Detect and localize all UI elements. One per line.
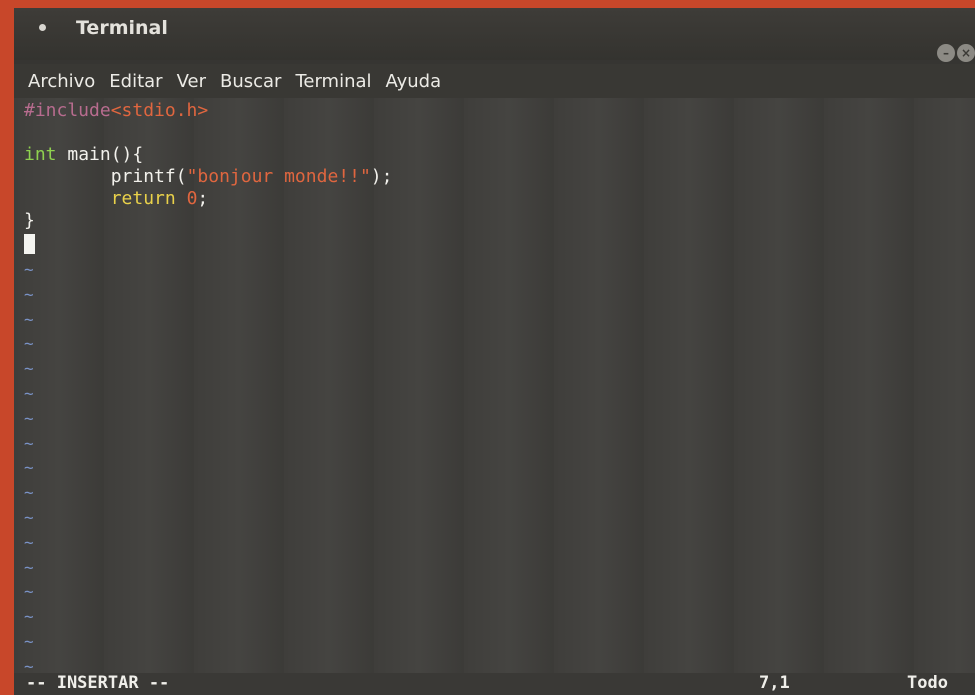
close-icon[interactable]: × — [957, 44, 975, 62]
vim-editor-area[interactable]: #include<stdio.h> int main(){ printf("bon… — [14, 98, 975, 695]
menu-ayuda[interactable]: Ayuda — [386, 71, 442, 92]
code-line: #include<stdio.h> — [24, 100, 208, 122]
code-token: main(){ — [56, 144, 144, 165]
code-token: printf( — [24, 166, 187, 187]
scroll-indicator: Todo — [907, 673, 948, 693]
text-cursor — [24, 234, 35, 254]
empty-line-tilde: ~ — [24, 458, 34, 477]
code-token: ; — [197, 188, 209, 209]
window-controls: – × — [937, 44, 975, 62]
empty-line-tilde: ~ — [24, 409, 34, 428]
empty-line-tilde: ~ — [24, 483, 34, 502]
code-token: ); — [370, 166, 393, 187]
empty-line-tilde: ~ — [24, 508, 34, 527]
code-token: #include — [24, 100, 111, 121]
menu-terminal[interactable]: Terminal — [295, 71, 371, 92]
empty-line-tilde: ~ — [24, 632, 34, 651]
minimize-icon[interactable]: – — [937, 44, 955, 62]
empty-line-tilde: ~ — [24, 533, 34, 552]
window-title: Terminal — [76, 17, 168, 39]
empty-line-tilde: ~ — [24, 334, 34, 353]
menu-buscar[interactable]: Buscar — [220, 71, 281, 92]
window-indicator-icon — [39, 24, 46, 31]
empty-line-tilde: ~ — [24, 558, 34, 577]
empty-line-tilde: ~ — [24, 607, 34, 626]
empty-line-tilde: ~ — [24, 310, 34, 329]
mode-indicator: -- INSERTAR -- — [26, 673, 170, 693]
terminal-window: Terminal – × Archivo Editar Ver Buscar T… — [14, 8, 975, 695]
menu-editar[interactable]: Editar — [109, 71, 162, 92]
empty-line-tilde: ~ — [24, 260, 34, 279]
empty-line-tilde: ~ — [24, 285, 34, 304]
empty-line-tilde: ~ — [24, 582, 34, 601]
code-line: } — [24, 210, 35, 232]
menu-archivo[interactable]: Archivo — [28, 71, 95, 92]
code-line: printf("bonjour monde!!"); — [24, 166, 393, 188]
menu-ver[interactable]: Ver — [177, 71, 206, 92]
code-token: } — [24, 210, 35, 231]
empty-line-tilde: ~ — [24, 434, 34, 453]
code-token: <stdio.h> — [110, 100, 209, 121]
code-line: int main(){ — [24, 144, 143, 166]
code-line: return 0; — [24, 188, 209, 210]
empty-line-tilde: ~ — [24, 359, 34, 378]
empty-line-tilde: ~ — [24, 384, 34, 403]
code-token: int — [24, 144, 57, 165]
code-token: "bonjour monde!!" — [186, 166, 371, 187]
vim-status-bar: -- INSERTAR -- 7,1 Todo — [14, 673, 975, 695]
code-token: 0 — [186, 188, 198, 209]
menu-bar: Archivo Editar Ver Buscar Terminal Ayuda — [14, 64, 975, 98]
title-bar[interactable]: Terminal – × — [14, 8, 975, 62]
code-token: return — [110, 188, 176, 209]
cursor-position: 7,1 — [759, 673, 790, 693]
